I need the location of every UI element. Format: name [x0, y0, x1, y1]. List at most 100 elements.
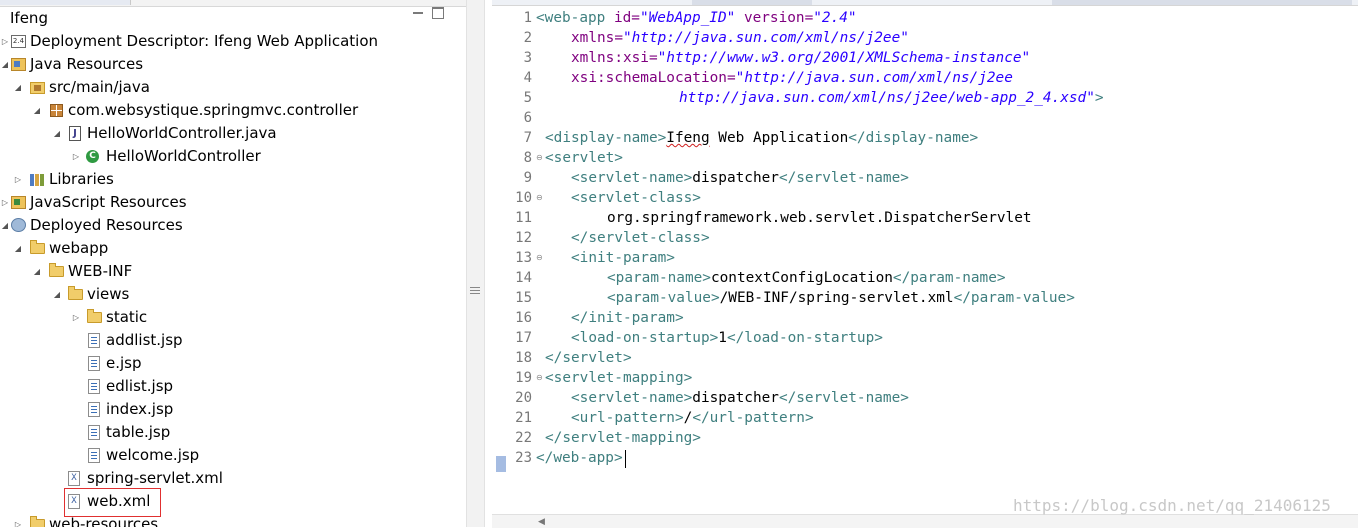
deployment-descriptor-icon: 2.4: [11, 35, 26, 48]
folder-open-icon: [49, 263, 64, 277]
xml-tag: </servlet-name>: [778, 170, 909, 186]
folder-icon: [87, 309, 102, 323]
xml-value: "http://java.sun.com/xml/ns/j2ee: [735, 70, 1013, 86]
xml-text: /WEB-INF/spring-servlet.xml: [719, 290, 954, 306]
expand-arrow-icon[interactable]: ▷: [0, 191, 10, 214]
expand-arrow-icon[interactable]: ▷: [13, 513, 23, 527]
expand-arrow-icon[interactable]: ▷: [71, 145, 81, 168]
code-line: <init-param>: [571, 248, 675, 268]
tree-item-label: edlist.jsp: [106, 377, 174, 395]
code-line: <url-pattern>/</url-pattern>: [571, 408, 814, 428]
xml-tag: </load-on-startup>: [726, 330, 883, 346]
line-number: 21: [515, 410, 532, 426]
xml-editor[interactable]: 1 2 3 4 5 6 7 8 9 10 11 12 13 14 15 16 1…: [492, 0, 1358, 528]
tree-item-label: Java Resources: [30, 55, 144, 73]
collapse-arrow-icon[interactable]: ◢: [13, 237, 23, 260]
scroll-left-icon[interactable]: ◀: [538, 517, 545, 527]
xml-tag: <servlet-name>: [571, 390, 693, 406]
line-number: 8: [523, 150, 532, 166]
line-number: 5: [523, 90, 532, 106]
class-icon: C: [86, 150, 99, 163]
tree-item-label: Ifeng: [10, 9, 48, 27]
xml-tag: <servlet-mapping>: [545, 370, 693, 386]
xml-text: dispatcher: [692, 170, 779, 186]
jsp-file-icon: [88, 356, 100, 371]
code-line: org.springframework.web.servlet.Dispatch…: [607, 208, 1032, 228]
expand-arrow-icon[interactable]: ▷: [71, 306, 81, 329]
code-line: <servlet-name>dispatcher</servlet-name>: [571, 168, 909, 188]
text-caret: [625, 450, 626, 468]
code-line: </web-app>: [536, 448, 623, 468]
xml-tag: </display-name>: [848, 130, 979, 146]
collapse-arrow-icon[interactable]: ◢: [32, 99, 42, 122]
explorer-tab[interactable]: [0, 0, 131, 5]
deployed-resources-icon: [11, 218, 26, 232]
xml-tag: <load-on-startup>: [571, 330, 719, 346]
watermark: https://blog.csdn.net/qq_21406125: [1013, 496, 1331, 515]
line-number: 6: [523, 110, 532, 126]
tree-item-label: index.jsp: [106, 400, 174, 418]
expand-arrow-icon[interactable]: ▷: [0, 30, 10, 53]
line-number: 17: [515, 330, 532, 346]
xml-tag: </url-pattern>: [692, 410, 814, 426]
xml-text: Ifeng: [666, 130, 710, 146]
xml-tag: </servlet>: [545, 350, 632, 366]
collapse-arrow-icon[interactable]: ◢: [52, 283, 62, 306]
xml-tag: </servlet-name>: [778, 390, 909, 406]
maximize-icon[interactable]: [432, 7, 444, 19]
code-line: </servlet-mapping>: [545, 428, 701, 448]
tree-item-label: addlist.jsp: [106, 331, 183, 349]
tree-item-label: src/main/java: [49, 78, 150, 96]
xml-tag: >: [1094, 90, 1104, 106]
xml-value: http://java.sun.com/xml/ns/j2ee/web-app_…: [679, 90, 1095, 106]
tree-item-label: Libraries: [49, 170, 114, 188]
tree-item-label: WEB-INF: [68, 262, 133, 280]
line-number: 1: [523, 10, 532, 26]
folder-open-icon: [30, 240, 45, 254]
tree-item-label: table.jsp: [106, 423, 171, 441]
code-area[interactable]: <web-app id="WebApp_ID" version="2.4" xm…: [536, 6, 1356, 514]
minimize-icon[interactable]: [412, 8, 424, 18]
xml-tag: </init-param>: [571, 310, 684, 326]
tree-item-label: welcome.jsp: [106, 446, 200, 464]
xml-text: Web Application: [709, 130, 849, 146]
source-folder-icon: [30, 82, 45, 94]
editor-tab[interactable]: [1052, 0, 1352, 5]
code-line: <servlet>: [545, 148, 623, 168]
xml-tag: <param-name>: [607, 270, 711, 286]
code-line: <param-value>/WEB-INF/spring-servlet.xml…: [607, 288, 1075, 308]
tree-item-label: HelloWorldController.java: [87, 124, 277, 142]
collapse-arrow-icon[interactable]: ◢: [0, 53, 10, 76]
code-line: </servlet>: [545, 348, 632, 368]
xml-value: "2.4": [813, 10, 857, 26]
code-line: http://java.sun.com/xml/ns/j2ee/web-app_…: [679, 88, 1104, 108]
xml-tag: <url-pattern>: [571, 410, 684, 426]
tree-item-label: views: [87, 285, 130, 303]
code-line: <servlet-name>dispatcher</servlet-name>: [571, 388, 909, 408]
horizontal-scrollbar[interactable]: ◀: [492, 514, 1358, 528]
collapse-arrow-icon[interactable]: ◢: [32, 260, 42, 283]
editor-tab[interactable]: [692, 0, 812, 5]
sash-splitter[interactable]: [466, 0, 485, 527]
xml-tag: <servlet>: [545, 150, 623, 166]
code-line: <servlet-class>: [571, 188, 701, 208]
collapse-arrow-icon[interactable]: ◢: [52, 122, 62, 145]
jsp-file-icon: [88, 425, 100, 440]
jsp-file-icon: [88, 333, 100, 348]
line-number: 2: [523, 30, 532, 46]
collapse-arrow-icon[interactable]: ◢: [0, 214, 10, 237]
tree-item-label: Deployed Resources: [30, 216, 183, 234]
code-line: xsi:schemaLocation="http://java.sun.com/…: [571, 68, 1013, 88]
jsp-file-icon: [88, 402, 100, 417]
code-line: <display-name>Ifeng Web Application</dis…: [545, 128, 978, 148]
grip-icon: [470, 287, 480, 297]
java-file-icon: J: [69, 126, 81, 141]
tree-item-label: Deployment Descriptor: Ifeng Web Applica…: [30, 32, 379, 50]
xml-tag: </servlet-mapping>: [545, 430, 701, 446]
tree-item-label: web-resources: [49, 515, 159, 527]
xml-text: org.springframework.web.servlet.Dispatch…: [607, 210, 1032, 226]
expand-arrow-icon[interactable]: ▷: [13, 168, 23, 191]
annotation-ruler: [492, 6, 507, 514]
collapse-arrow-icon[interactable]: ◢: [13, 76, 23, 99]
line-number: 18: [515, 350, 532, 366]
